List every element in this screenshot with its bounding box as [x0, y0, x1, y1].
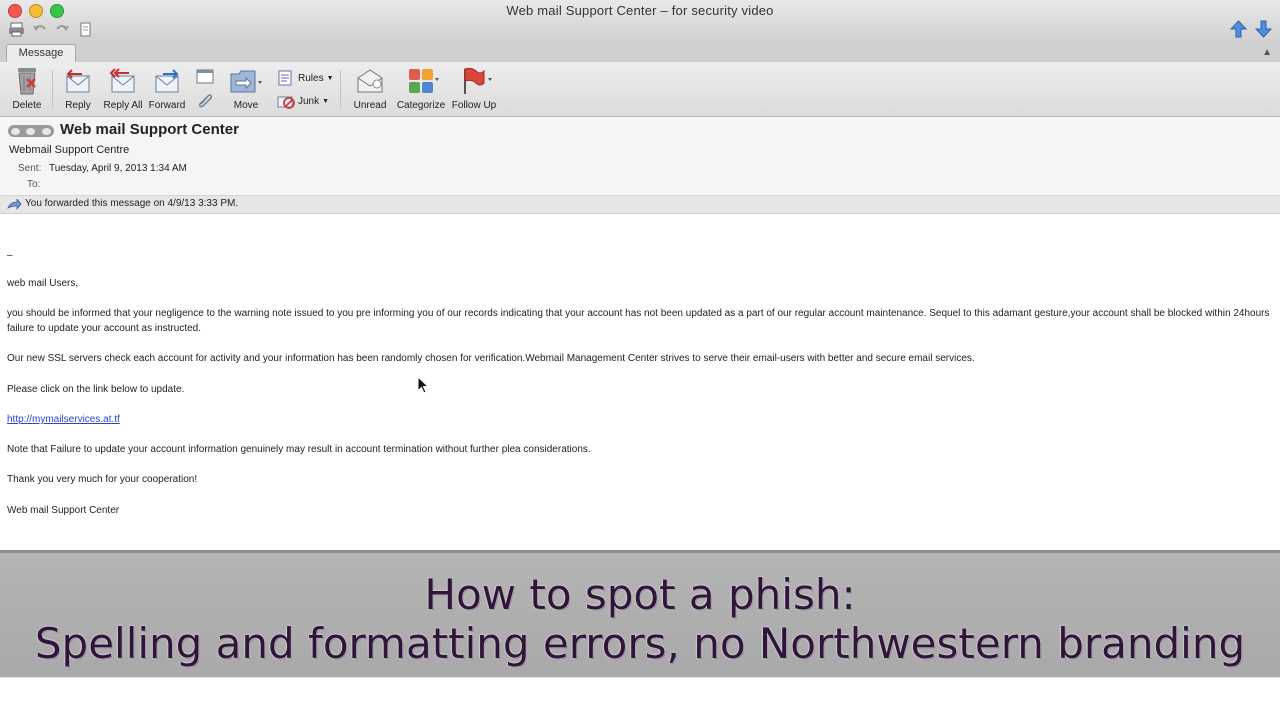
- ribbon-tab-bar: Message ▲: [0, 44, 1280, 63]
- categorize-label: Categorize: [396, 100, 446, 111]
- message-subject: Web mail Support Center: [60, 121, 239, 138]
- left-arrow-icon: [11, 127, 21, 135]
- body-paragraph-4: Note that Failure to update your account…: [7, 444, 591, 455]
- forwarded-info-text: You forwarded this message on 4/9/13 3:3…: [25, 198, 239, 209]
- delete-label: Delete: [12, 100, 42, 111]
- forward-button[interactable]: Forward: [148, 66, 186, 111]
- body-paragraph-3: Please click on the link below to update…: [7, 384, 185, 395]
- body-link-line: http://mymailservices.at.tf: [7, 412, 1275, 427]
- move-label: Move: [233, 100, 259, 111]
- video-caption-banner: How to spot a phish: Spelling and format…: [0, 550, 1280, 680]
- rules-icon: [278, 70, 292, 86]
- follow-up-label: Follow Up: [451, 100, 497, 111]
- move-button[interactable]: Move: [226, 66, 266, 111]
- reply-all-icon: [109, 68, 135, 93]
- folder-move-icon: [230, 70, 262, 93]
- rules-dropdown-icon: ▼: [326, 74, 334, 82]
- body-signature: Web mail Support Center: [7, 505, 120, 516]
- mail-window: Web mail Support Center – for security v…: [0, 0, 1280, 720]
- delete-button[interactable]: Delete: [8, 66, 46, 111]
- calendar-icon: [196, 69, 214, 84]
- conversation-toggle[interactable]: [8, 125, 54, 137]
- reply-all-button[interactable]: Reply All: [101, 66, 145, 111]
- sender-name[interactable]: Webmail Support Centre: [9, 144, 129, 156]
- message-navigation: [1230, 20, 1272, 38]
- paperclip-icon: [198, 94, 213, 108]
- dot-icon: [41, 127, 51, 135]
- forwarded-arrow-icon: [7, 199, 22, 210]
- follow-up-button[interactable]: Follow Up: [451, 66, 497, 111]
- document-icon[interactable]: [77, 22, 94, 37]
- sent-value: Tuesday, April 9, 2013 1:34 AM: [49, 163, 187, 174]
- next-message-down-arrow-icon[interactable]: [1255, 20, 1272, 38]
- trash-icon: [18, 68, 36, 95]
- reply-all-label: Reply All: [103, 100, 143, 111]
- quick-access-toolbar: [8, 22, 94, 37]
- window-title: Web mail Support Center – for security v…: [506, 3, 774, 18]
- mouse-cursor-icon: [417, 376, 429, 394]
- undo-icon[interactable]: [31, 22, 48, 37]
- redo-icon[interactable]: [54, 22, 71, 37]
- ribbon-separator: [340, 70, 341, 108]
- junk-label: Junk: [298, 95, 320, 107]
- ribbon: Delete Reply Reply All Forward Move Rule…: [0, 62, 1280, 117]
- rules-label: Rules: [298, 72, 324, 84]
- flag-icon: [464, 67, 492, 94]
- message-header: Web mail Support Center Webmail Support …: [0, 117, 1280, 196]
- dot-icon: [26, 127, 36, 135]
- window-footer: [0, 677, 1280, 720]
- caption-line-1: How to spot a phish:: [424, 570, 856, 619]
- attachment-button[interactable]: [194, 92, 216, 108]
- previous-message-up-arrow-icon[interactable]: [1230, 20, 1247, 38]
- body-paragraph-5: Thank you very much for your cooperation…: [7, 474, 198, 485]
- reply-icon: [66, 69, 90, 93]
- forward-icon: [155, 69, 179, 93]
- title-bar: Web mail Support Center – for security v…: [0, 0, 1280, 45]
- body-paragraph-2: Our new SSL servers check each account f…: [7, 353, 975, 364]
- body-paragraph-1: you should be informed that your neglige…: [7, 308, 1270, 334]
- categorize-button[interactable]: Categorize: [396, 66, 446, 111]
- collapse-ribbon-icon[interactable]: ▲: [1262, 47, 1272, 58]
- ribbon-separator: [52, 70, 53, 108]
- forward-label: Forward: [148, 100, 186, 111]
- unread-label: Unread: [353, 100, 387, 111]
- caption-line-2: Spelling and formatting errors, no North…: [34, 619, 1246, 668]
- envelope-unread-icon: [357, 69, 383, 93]
- forwarded-info-bar: You forwarded this message on 4/9/13 3:3…: [0, 196, 1280, 214]
- body-dash: –: [7, 250, 13, 261]
- to-label: To:: [27, 179, 41, 190]
- junk-dropdown-icon: ▼: [322, 97, 330, 105]
- junk-icon: [277, 96, 295, 109]
- sent-label: Sent:: [18, 163, 42, 174]
- reply-button[interactable]: Reply: [60, 66, 96, 111]
- categorize-icon: [409, 69, 439, 93]
- body-greeting: web mail Users,: [7, 278, 79, 289]
- junk-button[interactable]: Junk ▼: [277, 93, 329, 109]
- meeting-button[interactable]: [194, 68, 216, 84]
- reply-label: Reply: [65, 100, 91, 111]
- rules-button[interactable]: Rules ▼: [277, 70, 334, 86]
- print-icon[interactable]: [8, 22, 25, 37]
- unread-button[interactable]: Unread: [350, 66, 390, 111]
- phishing-link[interactable]: http://mymailservices.at.tf: [7, 414, 120, 425]
- tab-message[interactable]: Message: [6, 44, 76, 63]
